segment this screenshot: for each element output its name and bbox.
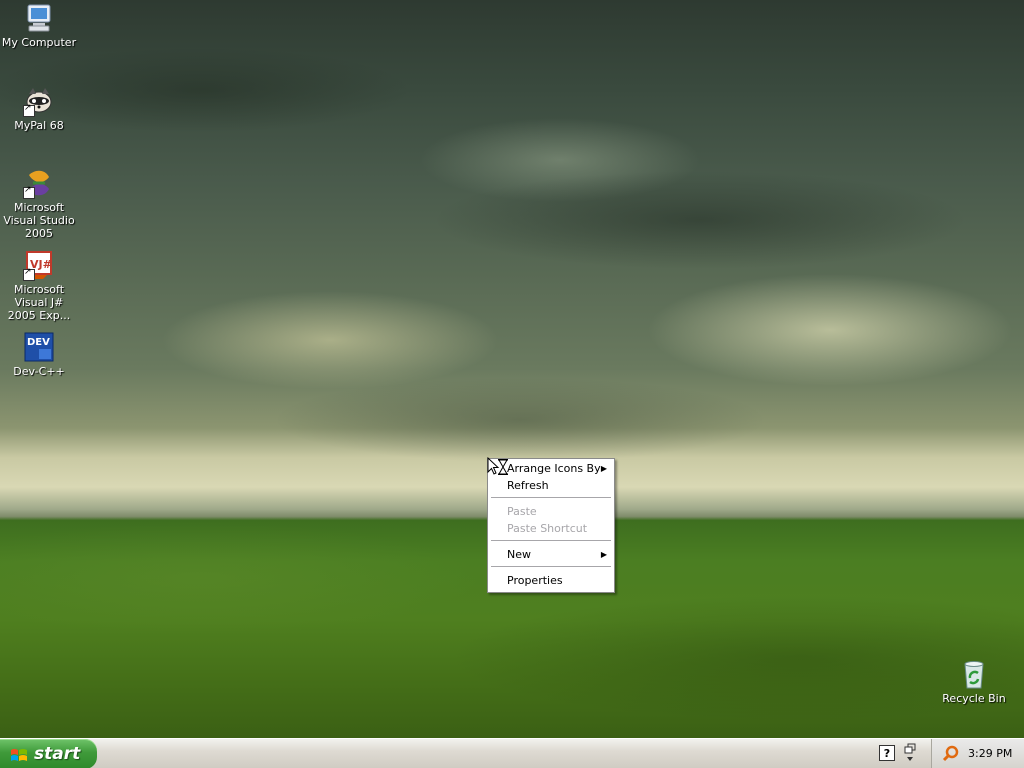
desktop-icon-label: MyPal 68 — [14, 119, 64, 132]
menu-item-new[interactable]: New ▶ — [489, 546, 613, 563]
menu-item-label: Paste — [507, 505, 537, 518]
svg-text:DEV: DEV — [27, 337, 50, 348]
windows-logo-icon — [10, 745, 28, 763]
menu-item-label: Arrange Icons By — [507, 462, 601, 475]
menu-item-properties[interactable]: Properties — [489, 572, 613, 589]
shortcut-arrow-icon — [23, 103, 35, 117]
start-label: start — [34, 744, 81, 764]
desktop-icon-label: Microsoft Visual J# 2005 Exp... — [7, 283, 71, 322]
mypal-raccoon-icon — [23, 85, 55, 117]
busy-cursor-icon — [487, 456, 509, 479]
desktop-icon-label: Dev-C++ — [13, 365, 65, 378]
desktop-icon-label: My Computer — [1, 36, 77, 49]
desktop-icon-label: Recycle Bin — [942, 692, 1006, 705]
start-button[interactable]: start — [0, 739, 97, 768]
desktop-icon-dev-cpp[interactable]: DEV Dev-C++ — [0, 331, 78, 378]
menu-separator — [491, 497, 611, 498]
desktop-icon-mypal[interactable]: MyPal 68 — [0, 85, 78, 132]
menu-item-paste[interactable]: Paste — [489, 503, 613, 520]
menu-separator — [491, 566, 611, 567]
desktop-icon-my-computer[interactable]: My Computer — [0, 2, 78, 49]
desktop-icon-recycle-bin[interactable]: Recycle Bin — [935, 658, 1013, 705]
search-magnifier-icon[interactable] — [942, 745, 960, 763]
recycle-bin-icon — [958, 658, 990, 690]
visual-jsharp-icon: VJ# — [23, 249, 55, 281]
help-icon[interactable]: ? — [879, 745, 895, 761]
menu-item-label: Paste Shortcut — [507, 522, 588, 535]
desktop-icon-visual-jsharp[interactable]: VJ# Microsoft Visual J# 2005 Exp... — [0, 249, 78, 322]
cloud-layer — [0, 0, 1024, 470]
taskbar: start 3:29 PM — [0, 738, 1024, 768]
menu-item-label: New — [507, 548, 531, 561]
visual-studio-icon — [23, 167, 55, 199]
taskbar-clock[interactable]: 3:29 PM — [968, 739, 1012, 768]
window-restore-icon[interactable] — [903, 743, 917, 763]
menu-separator — [491, 540, 611, 541]
menu-item-refresh[interactable]: Refresh — [489, 477, 613, 494]
menu-item-label: Refresh — [507, 479, 549, 492]
menu-item-paste-shortcut[interactable]: Paste Shortcut — [489, 520, 613, 537]
dev-cpp-icon: DEV — [23, 331, 55, 363]
my-computer-icon — [23, 2, 55, 34]
submenu-arrow-icon: ▶ — [600, 464, 607, 473]
desktop-icon-label: Microsoft Visual Studio 2005 — [3, 201, 75, 240]
shortcut-arrow-icon — [23, 267, 35, 281]
menu-item-label: Properties — [507, 574, 563, 587]
system-tray: 3:29 PM — [931, 739, 1024, 768]
shortcut-arrow-icon — [23, 185, 35, 199]
submenu-arrow-icon: ▶ — [600, 550, 607, 559]
desktop-icon-visual-studio[interactable]: Microsoft Visual Studio 2005 — [0, 167, 78, 240]
